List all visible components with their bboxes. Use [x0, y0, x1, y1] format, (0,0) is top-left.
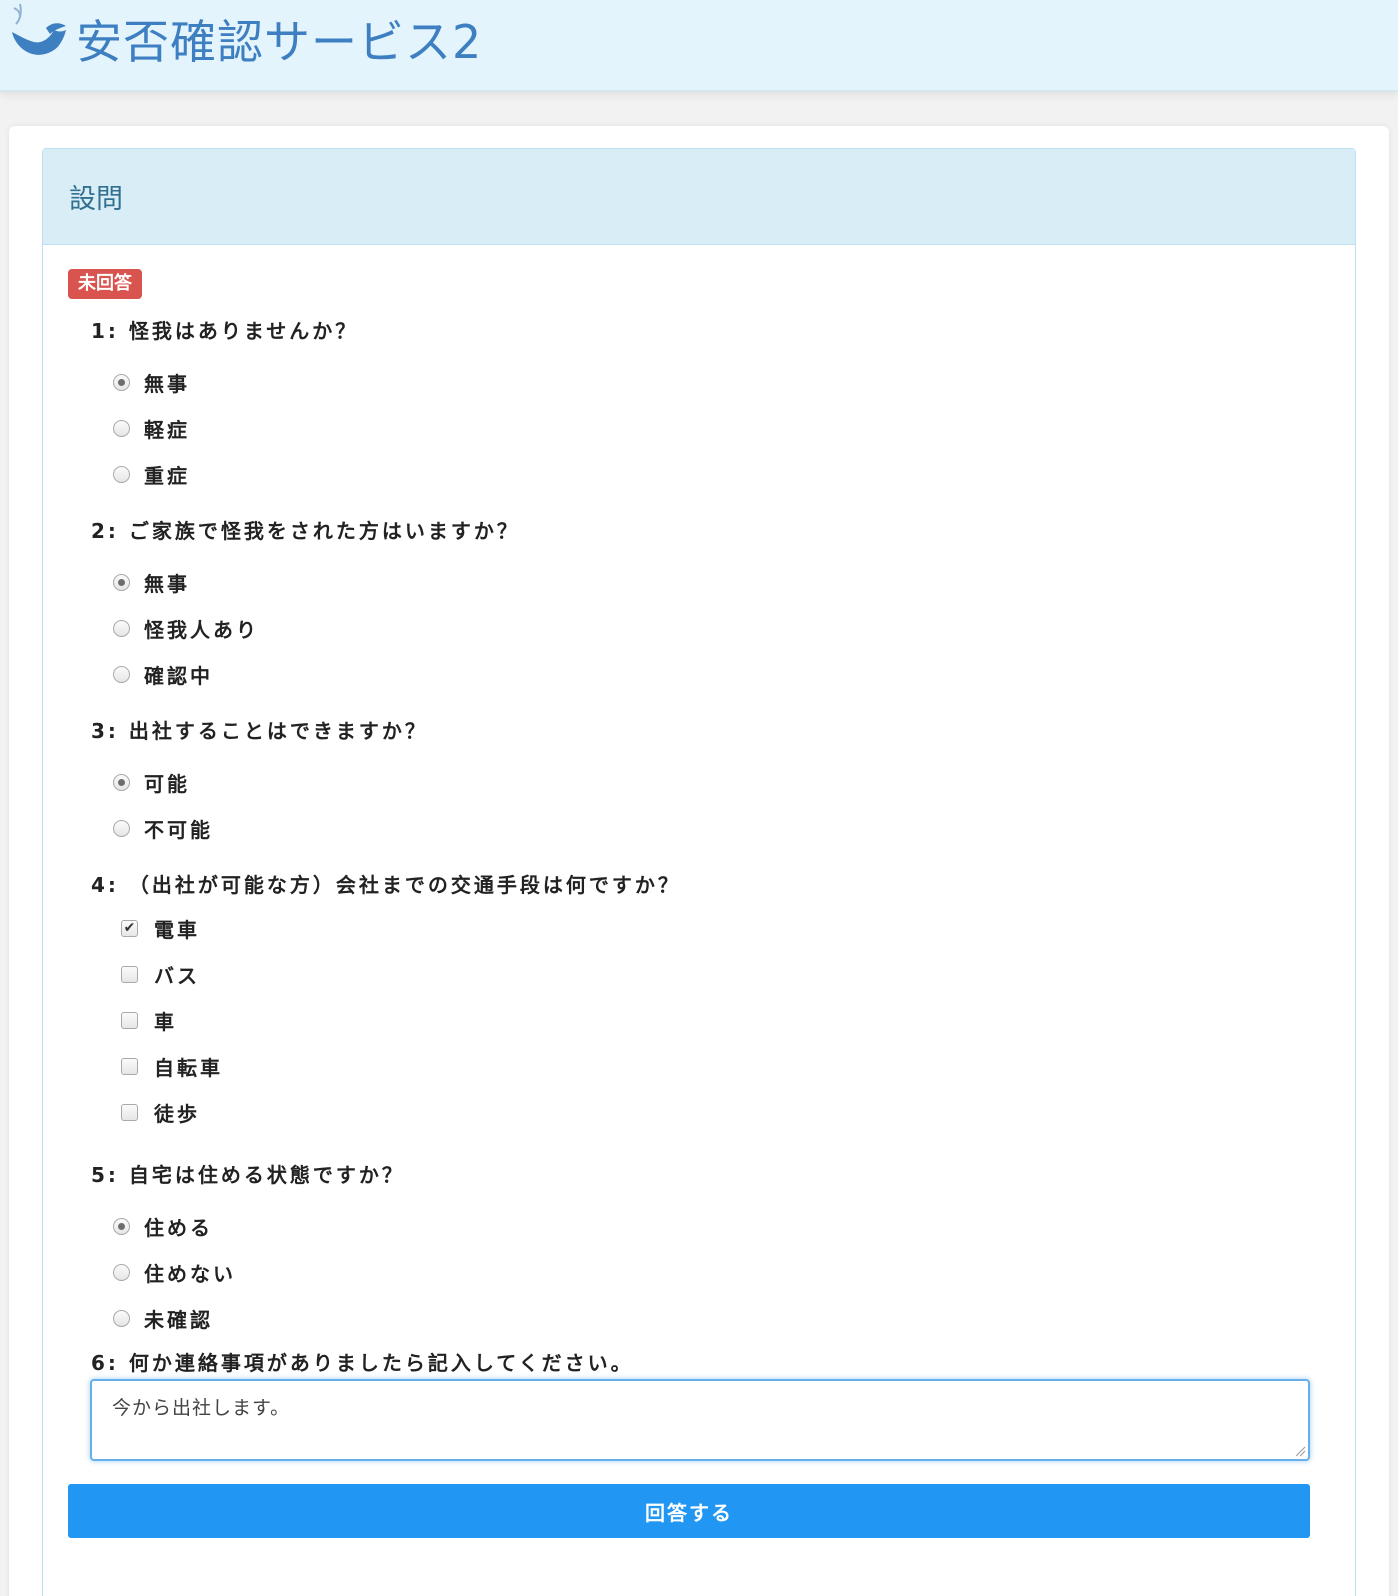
checkbox[interactable]: ✔ — [121, 920, 138, 937]
panel-title: 設問 — [69, 184, 123, 215]
q5-option-not-livable[interactable]: 住めない — [113, 1258, 236, 1287]
radio-button[interactable] — [113, 620, 130, 637]
app-title: 安否確認サービス2 — [76, 15, 483, 69]
radio-button[interactable] — [113, 374, 130, 391]
question-1-label: 1: 怪我はありませんか？ — [91, 319, 359, 343]
q2-option-injured[interactable]: 怪我人あり — [113, 614, 259, 643]
resize-grip-icon[interactable] — [1294, 1445, 1306, 1457]
radio-button[interactable] — [113, 420, 130, 437]
q1-option-unharmed[interactable]: 無事 — [113, 368, 190, 397]
option-label: 電車 — [154, 918, 200, 942]
radio-button[interactable] — [113, 1310, 130, 1327]
q2-option-unharmed[interactable]: 無事 — [113, 568, 190, 597]
q3-option-impossible[interactable]: 不可能 — [113, 814, 213, 843]
option-label: 不可能 — [144, 818, 213, 842]
option-label: バス — [154, 964, 200, 988]
submit-button[interactable]: 回答する — [68, 1484, 1310, 1538]
radio-button[interactable] — [113, 1264, 130, 1281]
app-header: 安否確認サービス2 — [0, 0, 1398, 92]
q1-option-severe[interactable]: 重症 — [113, 460, 190, 489]
q5-option-unconfirmed[interactable]: 未確認 — [113, 1304, 213, 1333]
status-badge: 未回答 — [68, 269, 142, 299]
radio-button[interactable] — [113, 774, 130, 791]
option-label: 確認中 — [144, 664, 213, 688]
panel-heading: 設問 — [43, 149, 1355, 245]
q4-option-train[interactable]: ✔ 電車 — [121, 914, 200, 943]
dove-icon — [12, 3, 66, 55]
question-panel: 設問 未回答 1: 怪我はありませんか？ 無事 軽症 重症 2: ご家族で怪我を… — [42, 148, 1356, 1596]
q4-option-bus[interactable]: バス — [121, 960, 200, 989]
checkbox[interactable] — [121, 1012, 138, 1029]
radio-button[interactable] — [113, 1218, 130, 1235]
option-label: 自転車 — [154, 1056, 223, 1080]
textarea-value: 今から出社します。 — [112, 1397, 291, 1419]
message-textarea[interactable]: 今から出社します。 — [90, 1379, 1310, 1461]
option-label: 可能 — [144, 772, 190, 796]
radio-button[interactable] — [113, 666, 130, 683]
option-label: 怪我人あり — [144, 618, 259, 642]
option-label: 無事 — [144, 572, 190, 596]
q2-option-checking[interactable]: 確認中 — [113, 660, 213, 689]
q1-option-minor[interactable]: 軽症 — [113, 414, 190, 443]
option-label: 車 — [154, 1010, 177, 1034]
radio-button[interactable] — [113, 466, 130, 483]
q4-option-car[interactable]: 車 — [121, 1006, 177, 1035]
radio-button[interactable] — [113, 574, 130, 591]
option-label: 徒歩 — [154, 1102, 200, 1126]
main-card: 設問 未回答 1: 怪我はありませんか？ 無事 軽症 重症 2: ご家族で怪我を… — [9, 126, 1389, 1596]
question-6-label: 6: 何か連絡事項がありましたら記入してください。 — [91, 1351, 634, 1375]
q3-option-possible[interactable]: 可能 — [113, 768, 190, 797]
option-label: 住めない — [144, 1262, 236, 1286]
question-5-label: 5: 自宅は住める状態ですか？ — [91, 1163, 405, 1187]
checkbox[interactable] — [121, 966, 138, 983]
question-2-label: 2: ご家族で怪我をされた方はいますか？ — [91, 519, 520, 543]
question-4-label: 4: （出社が可能な方）会社までの交通手段は何ですか？ — [91, 873, 681, 897]
q4-option-bicycle[interactable]: 自転車 — [121, 1052, 223, 1081]
checkbox[interactable] — [121, 1058, 138, 1075]
radio-button[interactable] — [113, 820, 130, 837]
option-label: 軽症 — [144, 418, 190, 442]
option-label: 無事 — [144, 372, 190, 396]
option-label: 住める — [144, 1216, 213, 1240]
q5-option-livable[interactable]: 住める — [113, 1212, 213, 1241]
option-label: 未確認 — [144, 1308, 213, 1332]
option-label: 重症 — [144, 464, 190, 488]
checkbox[interactable] — [121, 1104, 138, 1121]
question-3-label: 3: 出社することはできますか？ — [91, 719, 428, 743]
q4-option-walk[interactable]: 徒歩 — [121, 1098, 200, 1127]
